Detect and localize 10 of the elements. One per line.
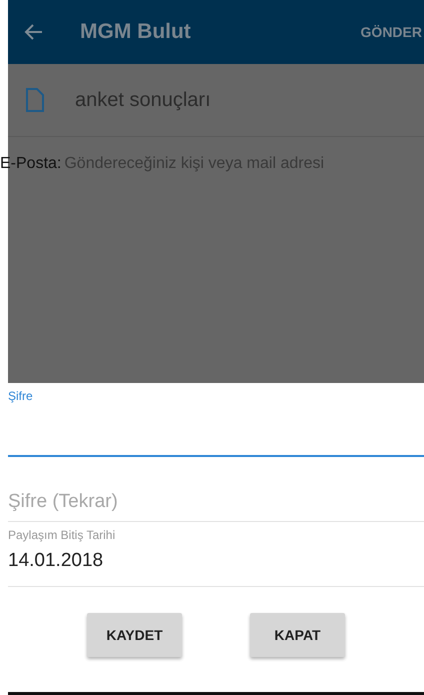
text-field[interactable]: Şifre (Tekrar): [8, 491, 424, 522]
app-title: MGM Bulut: [80, 20, 192, 44]
send-button[interactable]: GÖNDER: [360, 24, 424, 40]
back-arrow-icon[interactable]: [24, 22, 44, 42]
text-field[interactable]: Şifre: [8, 383, 424, 457]
file-name: anket sonuçları: [75, 88, 211, 112]
dialog-button[interactable]: KAYDET: [87, 613, 182, 657]
document-icon: [26, 88, 44, 112]
text-field[interactable]: Paylaşım Bitiş Tarihi 14.01.2018: [8, 522, 424, 587]
dialog-button[interactable]: KAPAT: [250, 613, 345, 657]
